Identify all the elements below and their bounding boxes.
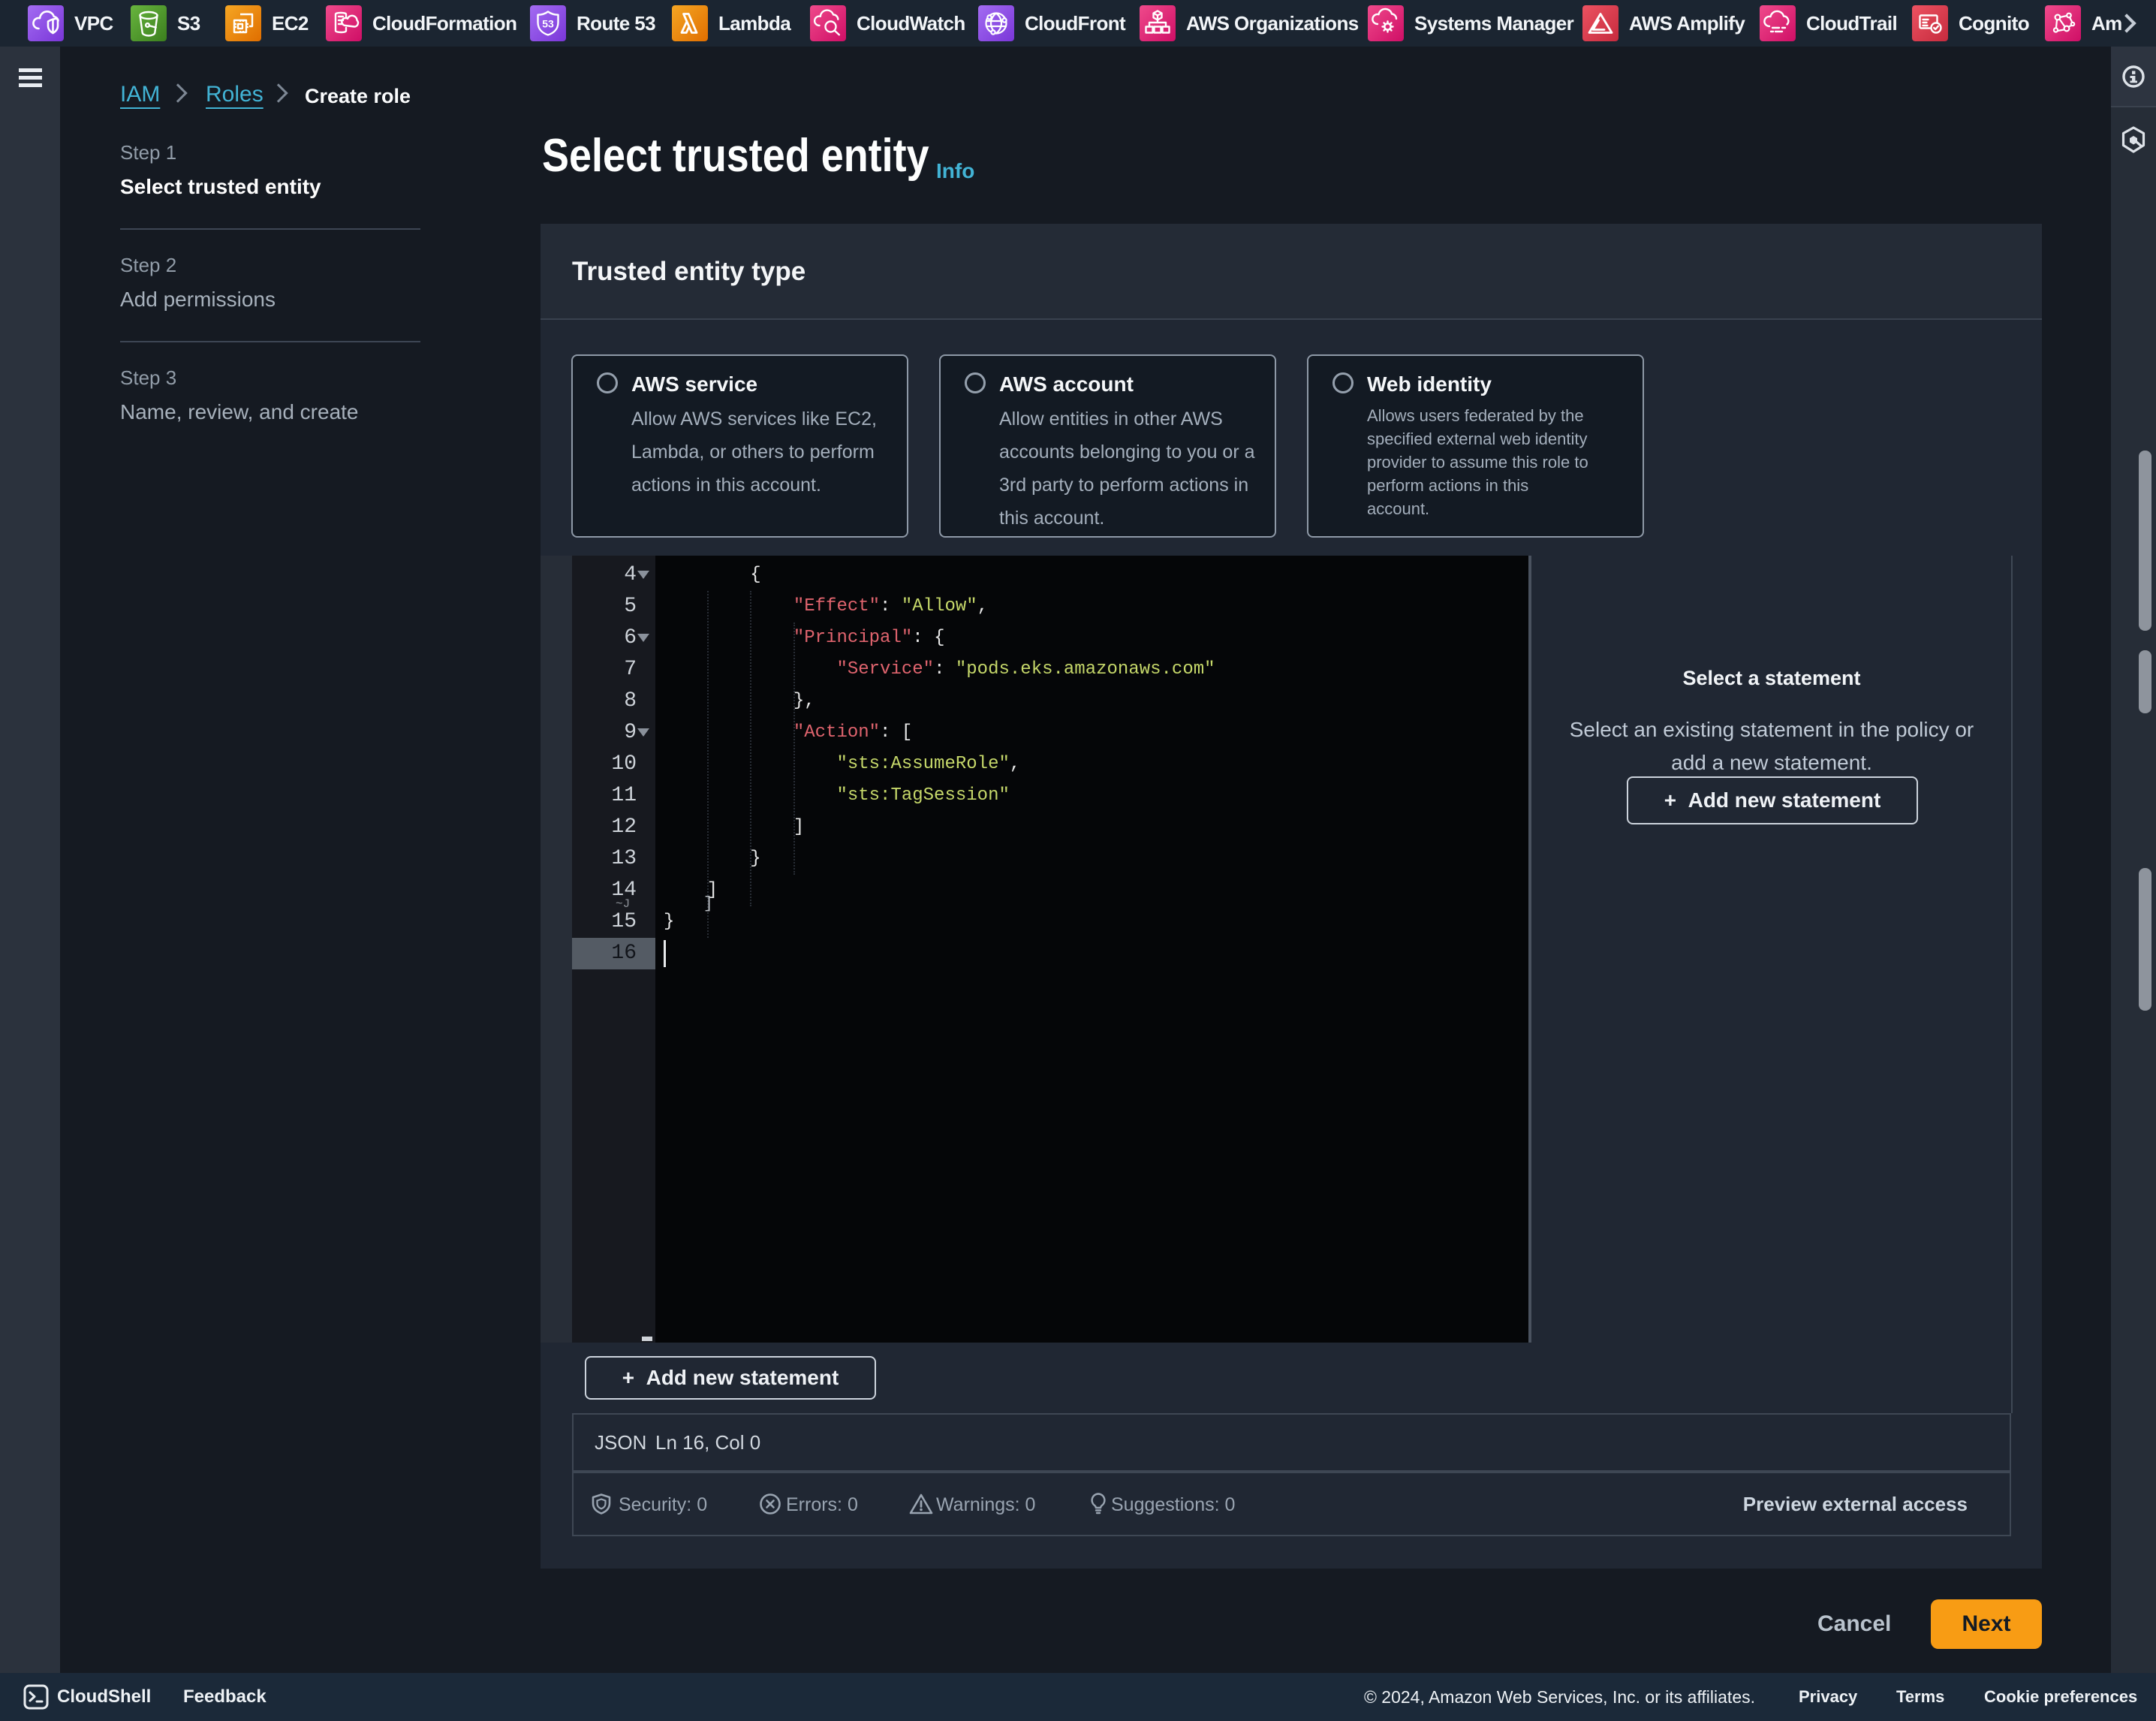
svg-text:53: 53: [542, 18, 554, 30]
